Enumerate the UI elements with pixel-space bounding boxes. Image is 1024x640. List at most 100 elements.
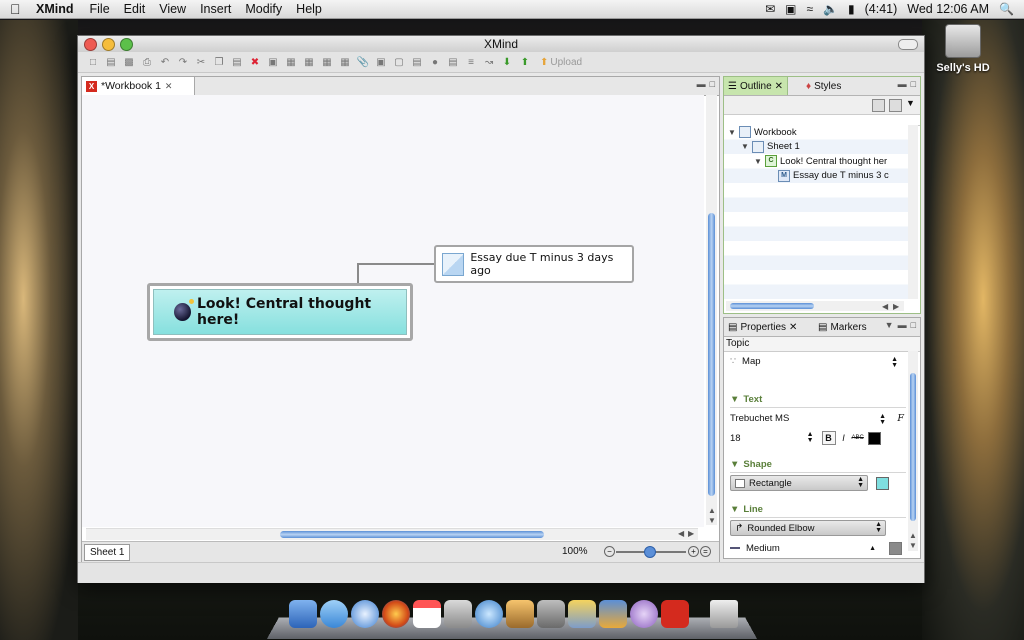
font-size-stepper-icon[interactable]: ▲ ▼ xyxy=(807,431,814,444)
menu-insert[interactable]: Insert xyxy=(200,2,231,16)
volume-icon[interactable]: 🔈 xyxy=(823,2,838,16)
outline-scroll-left[interactable]: ◀ xyxy=(882,302,888,311)
iphoto-icon[interactable] xyxy=(506,600,534,628)
close-tab-icon[interactable]: ✕ xyxy=(165,81,173,92)
cut-icon[interactable]: ✂ xyxy=(194,55,208,69)
scroll-right-arrow[interactable]: ▶ xyxy=(688,529,694,538)
drill-up-icon[interactable]: ⬆ xyxy=(518,55,532,69)
clock[interactable]: Wed 12:06 AM xyxy=(907,2,989,16)
boundary-icon[interactable]: ▢ xyxy=(392,55,406,69)
redo-icon[interactable]: ↷ xyxy=(176,55,190,69)
preview-icon[interactable] xyxy=(444,600,472,628)
close-properties-icon[interactable]: ✕ xyxy=(789,322,797,333)
floating-topic-icon[interactable]: ▦ xyxy=(338,55,352,69)
outline-tree-row[interactable]: ▼ C Look! Central thought her xyxy=(724,154,908,169)
properties-menu-icon[interactable]: ▼ xyxy=(885,320,894,330)
strikethrough-button[interactable]: ABC xyxy=(852,432,864,444)
properties-maximize-icon[interactable]: □ xyxy=(911,320,916,330)
outline-scroll-thumb[interactable] xyxy=(730,303,814,309)
window-titlebar[interactable]: XMind xyxy=(78,36,924,52)
line-section-header[interactable]: ▼ Line xyxy=(730,501,906,518)
outline-tree-row[interactable]: ▼ Workbook xyxy=(724,125,908,140)
canvas-vertical-scrollbar[interactable]: ▲ ▼ xyxy=(706,95,717,525)
zoom-slider[interactable]: − + = xyxy=(604,545,711,558)
bold-button[interactable]: B xyxy=(821,431,836,445)
spotlight-search-icon[interactable]: 🔍 xyxy=(999,2,1014,16)
tab-outline[interactable]: ☰ Outline ✕ xyxy=(724,77,789,95)
subtopic[interactable]: Essay due T minus 3 days ago xyxy=(434,245,634,283)
scroll-left-arrow[interactable]: ◀ xyxy=(678,529,684,538)
font-size-value[interactable]: 18 xyxy=(730,433,741,444)
text-color-swatch[interactable] xyxy=(867,431,881,445)
undo-icon[interactable]: ↶ xyxy=(158,55,172,69)
shape-fill-color-swatch[interactable] xyxy=(876,476,889,490)
close-window-button[interactable] xyxy=(84,38,97,51)
hyperlink-icon[interactable]: ● xyxy=(428,55,442,69)
label-icon[interactable]: ≡ xyxy=(464,55,478,69)
outline-scroll-right[interactable]: ▶ xyxy=(893,302,899,311)
emacs-icon[interactable] xyxy=(630,600,658,628)
line-width-row[interactable]: Medium ▲ xyxy=(730,538,906,557)
migration-icon[interactable] xyxy=(568,600,596,628)
outline-tree-row[interactable]: ▼ Sheet 1 xyxy=(724,140,908,155)
outline-maximize-icon[interactable]: □ xyxy=(911,79,916,89)
battery-icon[interactable]: ▮ xyxy=(848,2,855,16)
menu-modify[interactable]: Modify xyxy=(245,2,282,16)
font-name-select[interactable]: Trebuchet MS ▲ ▼ F xyxy=(730,408,906,428)
note-icon[interactable] xyxy=(442,252,465,276)
save-icon[interactable]: ▩ xyxy=(122,55,136,69)
trash-icon[interactable] xyxy=(710,600,738,628)
view-menu-icon[interactable]: ▼ xyxy=(906,98,915,108)
properties-minimize-icon[interactable]: ▬ xyxy=(898,320,907,330)
open-icon[interactable]: ▤ xyxy=(104,55,118,69)
mindmap-canvas[interactable]: Look! Central thought here! Essay due T … xyxy=(82,95,704,527)
copy-icon[interactable]: ❐ xyxy=(212,55,226,69)
vertical-scroll-thumb[interactable] xyxy=(708,213,715,496)
expand-triangle-icon[interactable]: ▼ xyxy=(754,157,762,166)
topic-before-icon[interactable]: ▦ xyxy=(302,55,316,69)
zoom-out-icon[interactable]: − xyxy=(604,546,615,557)
tab-properties[interactable]: ▤ Properties ✕ xyxy=(724,318,801,336)
image-icon[interactable]: ▣ xyxy=(374,55,388,69)
menu-file[interactable]: File xyxy=(90,2,110,16)
tab-markers[interactable]: ▤ Markers xyxy=(814,318,871,336)
upload-button[interactable]: ⬆ Upload xyxy=(540,57,582,68)
properties-scroll-down[interactable]: ▼ xyxy=(909,541,917,550)
collapse-all-icon[interactable] xyxy=(872,99,885,112)
line-color-swatch[interactable] xyxy=(889,541,902,555)
desktop-hard-drive[interactable]: Selly's HD xyxy=(932,24,994,74)
subtopic-icon[interactable]: ▦ xyxy=(284,55,298,69)
finder-icon[interactable] xyxy=(289,600,317,628)
properties-scroll-up[interactable]: ▲ xyxy=(909,531,917,540)
battery-time[interactable]: (4:41) xyxy=(865,2,898,16)
relationship-icon[interactable]: ↝ xyxy=(482,55,496,69)
topic-icon[interactable]: ▣ xyxy=(266,55,280,69)
app-menu[interactable]: XMind xyxy=(36,2,74,16)
tab-styles[interactable]: ♦ Styles xyxy=(802,77,845,95)
summary-icon[interactable]: ▤ xyxy=(410,55,424,69)
itunes-icon[interactable] xyxy=(475,600,503,628)
print-icon[interactable]: ⎙ xyxy=(140,55,154,69)
maximize-icon[interactable]: □ xyxy=(710,79,715,89)
shape-section-header[interactable]: ▼ Shape xyxy=(730,456,906,473)
outline-horizontal-scrollbar[interactable]: ◀ ▶ xyxy=(726,301,904,311)
minimize-window-button[interactable] xyxy=(102,38,115,51)
expand-triangle-icon[interactable]: ▼ xyxy=(741,142,749,151)
line-shape-select[interactable]: ↱ Rounded Elbow ▲ ▼ xyxy=(730,520,886,536)
close-outline-icon[interactable]: ✕ xyxy=(775,81,783,92)
outline-minimize-icon[interactable]: ▬ xyxy=(898,79,907,89)
zoom-window-button[interactable] xyxy=(120,38,133,51)
zoom-reset-icon[interactable]: = xyxy=(700,546,711,557)
horizontal-scroll-thumb[interactable] xyxy=(280,531,544,538)
font-dialog-button[interactable]: F xyxy=(897,413,904,424)
paste-icon[interactable]: ▤ xyxy=(230,55,244,69)
scroll-up-arrow[interactable]: ▲ xyxy=(708,506,716,515)
zoom-in-icon[interactable]: + xyxy=(688,546,699,557)
toolbar-toggle-button[interactable] xyxy=(898,39,918,50)
outline-tree-row[interactable]: M Essay due T minus 3 c xyxy=(724,169,908,184)
display-icon[interactable]: ▣ xyxy=(785,2,796,16)
system-preferences-icon[interactable] xyxy=(537,600,565,628)
text-section-header[interactable]: ▼ Text xyxy=(730,391,906,408)
apple-icon[interactable]:  xyxy=(10,2,24,16)
attachment-icon[interactable]: 📎 xyxy=(356,55,370,69)
